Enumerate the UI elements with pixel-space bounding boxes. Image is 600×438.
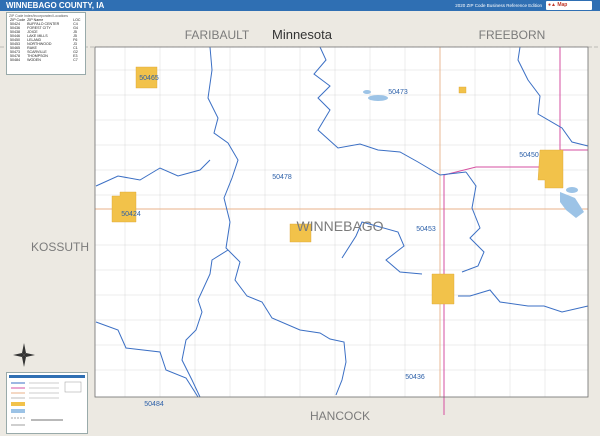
zip-label: 50436 (405, 374, 425, 381)
legend-table: ZIP Code ZIP Name LOC 50424 BUFFALO CENTE… (9, 18, 84, 62)
zip-boundary-50424-south (181, 249, 229, 398)
zip-label: 50453 (416, 226, 436, 233)
neighbor-label-freeborn: FREEBORN (479, 28, 546, 42)
state-label-minnesota: Minnesota (272, 27, 333, 42)
zip-boundary-50424-north (95, 159, 211, 187)
neighbor-label-hancock: HANCOCK (310, 409, 370, 423)
map-key (6, 372, 88, 434)
zip-label: 50424 (121, 211, 141, 218)
town-northwood[interactable] (537, 149, 564, 189)
county-label: WINNEBAGO (296, 218, 383, 234)
legend-name: WODEN (27, 58, 41, 62)
zip-label: 50473 (388, 89, 408, 96)
zip-boundary-50484 (95, 321, 199, 398)
zip-label: 50478 (272, 174, 292, 181)
lake (566, 187, 578, 193)
town-scarville[interactable] (458, 86, 467, 94)
neighbor-label-faribault: FARIBAULT (185, 28, 250, 42)
legend-row: 50484 WODEN C7 (9, 58, 84, 62)
map-canvas[interactable]: FARIBAULT Minnesota FREEBORN KOSSUTH HAN… (0, 0, 600, 436)
town-forest-city[interactable] (431, 273, 455, 305)
lake (368, 95, 388, 101)
zip-boundary-50450-north (517, 46, 589, 147)
neighbor-label-kossuth: KOSSUTH (31, 240, 89, 254)
lake (363, 90, 371, 94)
legend-zip: 50484 (10, 58, 20, 62)
zip-label: 50484 (144, 401, 164, 408)
zip-label: 50450 (519, 152, 539, 159)
zip-index-legend: ZIP Code Index/Incorporated Locations ZI… (6, 12, 86, 75)
map-key-symbols (9, 375, 85, 426)
zip-boundary-50450-west (461, 171, 485, 273)
zip-boundary-50473-south (313, 46, 467, 176)
zip-boundary-50436-east (458, 289, 589, 313)
towns (111, 66, 564, 305)
legend-loc: C7 (73, 58, 78, 62)
lake-silver (560, 192, 584, 218)
zip-label: 50465 (139, 75, 159, 82)
compass-rose-icon (13, 343, 35, 367)
